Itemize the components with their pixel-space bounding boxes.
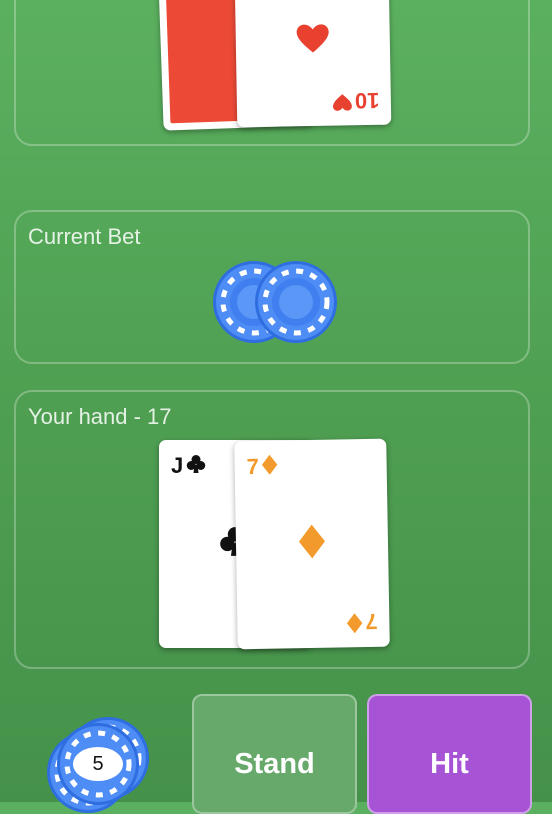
- stand-button[interactable]: Stand: [192, 694, 357, 814]
- card-rank: 7: [364, 608, 378, 635]
- card-corner-bottom: 10: [331, 87, 380, 114]
- diamond-icon: [298, 524, 326, 563]
- card-corner-bottom: 7: [346, 609, 378, 634]
- heart-icon: [296, 23, 331, 59]
- current-bet-panel: Current Bet: [14, 210, 530, 364]
- player-hand-panel: Your hand - 17 J 7 7: [14, 390, 530, 669]
- card-rank: 7: [246, 453, 260, 480]
- dealer-hand-panel: 10: [14, 0, 530, 146]
- diamond-icon: [346, 609, 362, 634]
- chip-value: 5: [73, 747, 123, 781]
- card-rank: 10: [354, 87, 380, 114]
- chip-stack-button[interactable]: 5: [46, 716, 156, 813]
- card-rank: J: [171, 453, 184, 478]
- card-corner-top: 7: [246, 453, 278, 480]
- player-card-7-diamonds: 7 7: [234, 438, 390, 650]
- player-hand-label: Your hand - 17: [28, 404, 172, 429]
- diamond-icon: [262, 454, 278, 479]
- chip-stack-top: 5: [56, 722, 140, 806]
- bet-chip: [254, 260, 338, 344]
- card-corner-top: J: [171, 454, 206, 478]
- club-icon: [186, 454, 206, 478]
- hit-button[interactable]: Hit: [367, 694, 532, 814]
- dealer-card-10-hearts: 10: [234, 0, 392, 128]
- current-bet-label: Current Bet: [28, 224, 141, 249]
- heart-icon: [331, 89, 351, 111]
